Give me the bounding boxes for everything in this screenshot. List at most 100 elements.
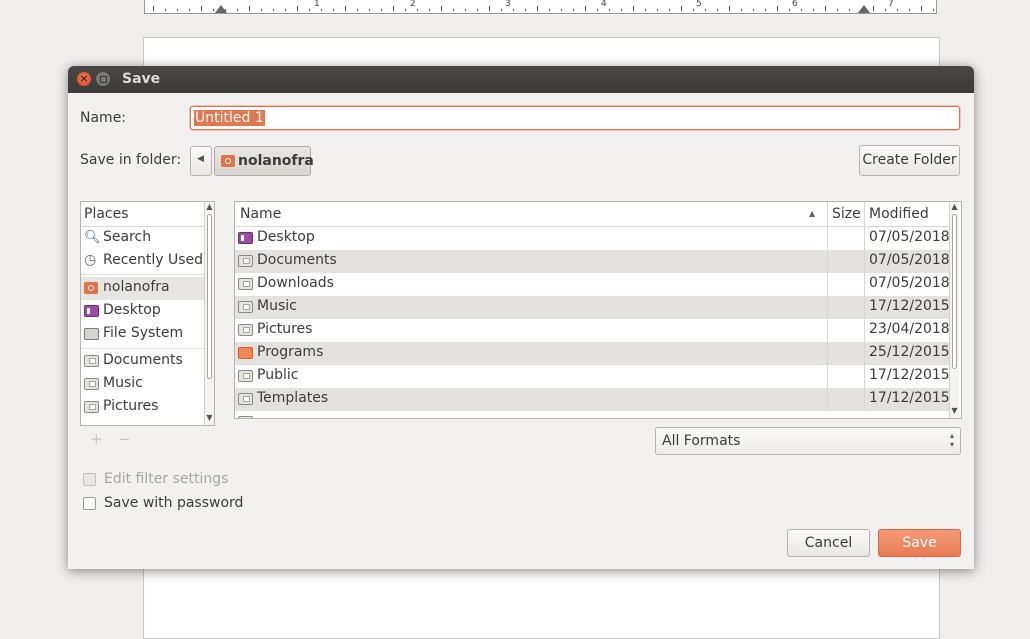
column-header-name[interactable]: Name [240,206,281,222]
ruler-tick [921,6,922,11]
add-place-button[interactable]: + [90,430,103,448]
dialog-title: Save [122,71,161,87]
ruler-tick [249,6,250,11]
desktop-folder-icon [238,232,253,244]
sidebar-item-recently-used[interactable]: ◷ Recently Used [81,250,214,273]
scrollbar-thumb[interactable] [207,214,212,379]
table-row[interactable]: Pictures 23/04/2018 [235,319,950,342]
public-folder-icon [238,370,253,382]
scroll-up-icon[interactable]: ▲ [205,202,214,211]
ruler-tick [765,9,766,11]
filename-input[interactable]: Untitled 1 [190,106,960,130]
save-with-password-checkbox[interactable] [83,497,96,510]
places-sidebar: Places 🔍︎ Search ◷ Recently Used nolanof… [80,201,215,426]
divider [864,342,865,365]
ruler-number: 7 [888,0,894,9]
templates-folder-icon [238,393,253,405]
divider [864,388,865,411]
sidebar-item-file-system[interactable]: File System [81,323,214,346]
divider [827,365,828,388]
table-row[interactable]: Programs 25/12/2015 [235,342,950,365]
sidebar-item-pictures[interactable]: Pictures [81,396,214,419]
ruler-tick [813,9,814,11]
divider [81,348,214,349]
ruler-tick [669,9,670,11]
places-header[interactable]: Places [81,202,214,227]
ruler-tick [213,9,214,11]
ruler-tick [477,9,478,11]
sidebar-item-label: Search [103,229,152,245]
table-row[interactable]: Downloads 07/05/2018 [235,273,950,296]
scroll-down-icon[interactable]: ▼ [950,406,959,415]
ruler-tick [621,9,622,11]
table-row[interactable]: Music 17/12/2015 [235,296,950,319]
sort-ascending-icon: ▲ [809,209,816,218]
file-name: Programs [257,344,324,360]
folder-icon [238,347,253,359]
column-header-size[interactable]: Size [832,206,861,222]
ruler-tick [273,9,274,11]
edit-filter-label: Edit filter settings [104,471,229,487]
name-label: Name: [80,110,127,126]
documents-folder-icon [238,255,253,267]
sidebar-item-music[interactable]: Music [81,373,214,396]
file-name: Desktop [257,229,315,245]
file-modified: 25/12/2015 [869,344,950,360]
path-back-button[interactable]: ◀ [190,146,212,176]
sidebar-item-label: Documents [103,352,183,368]
file-name: Templates [257,390,329,406]
save-dialog: × Save Name: Untitled 1 Save in folder: … [68,66,974,569]
scroll-down-icon[interactable]: ▼ [205,413,214,422]
table-row[interactable]: Documents 07/05/2018 [235,250,950,273]
table-row[interactable] [235,411,949,418]
sidebar-item-desktop[interactable]: Desktop [81,300,214,323]
path-button-label: nolanofra [238,153,314,169]
filename-value: Untitled 1 [194,110,265,126]
column-header-modified[interactable]: Modified [869,206,929,222]
file-format-select[interactable]: All Formats ▴ ▾ [655,427,961,455]
ruler-tick [297,6,298,11]
ruler-tick [441,6,442,11]
sidebar-item-nolanofra[interactable]: nolanofra [81,277,214,300]
places-header-label: Places [84,206,129,222]
file-modified: 23/04/2018 [869,321,950,337]
sidebar-item-documents[interactable]: Documents [81,350,214,373]
save-button[interactable]: Save [878,529,961,557]
ruler-tick [513,9,514,11]
pictures-folder-icon [84,401,99,413]
ruler-tick [549,9,550,11]
places-scrollbar[interactable]: ▲ ▼ [204,202,214,425]
create-folder-button[interactable]: Create Folder [859,145,960,176]
path-button-home[interactable]: nolanofra [214,146,314,176]
remove-place-button[interactable]: − [118,430,131,448]
sidebar-item-search[interactable]: 🔍︎ Search [81,227,214,250]
maximize-window-button[interactable] [96,72,110,86]
sidebar-item-label: File System [103,325,184,341]
file-modified: 07/05/2018 [869,275,950,291]
ruler-tick [309,9,310,11]
cancel-button[interactable]: Cancel [787,529,870,557]
ruler-tick [849,9,850,11]
divider [827,342,828,365]
ruler-tick [333,9,334,11]
close-window-button[interactable]: × [77,72,91,86]
table-row[interactable]: Templates 17/12/2015 [235,388,950,411]
ruler-tick [165,9,166,11]
ruler-indent-marker-right[interactable] [858,5,870,13]
scrollbar-thumb[interactable] [952,214,957,369]
file-modified: 17/12/2015 [869,367,950,383]
scroll-up-icon[interactable]: ▲ [950,202,959,211]
ruler-tick [153,6,154,11]
ruler-tick [885,9,886,11]
file-list-scrollbar[interactable]: ▲ ▼ [949,202,959,418]
edit-filter-checkbox[interactable] [83,473,96,486]
ruler-tick [609,9,610,11]
ruler-tick [657,9,658,11]
table-row[interactable]: Public 17/12/2015 [235,365,950,388]
ruler-tick [717,9,718,11]
table-row[interactable]: Desktop 07/05/2018 [235,227,950,250]
divider [864,365,865,388]
save-with-password-label: Save with password [104,495,244,511]
ruler-tick [645,9,646,11]
ruler-number: 1 [314,0,320,9]
